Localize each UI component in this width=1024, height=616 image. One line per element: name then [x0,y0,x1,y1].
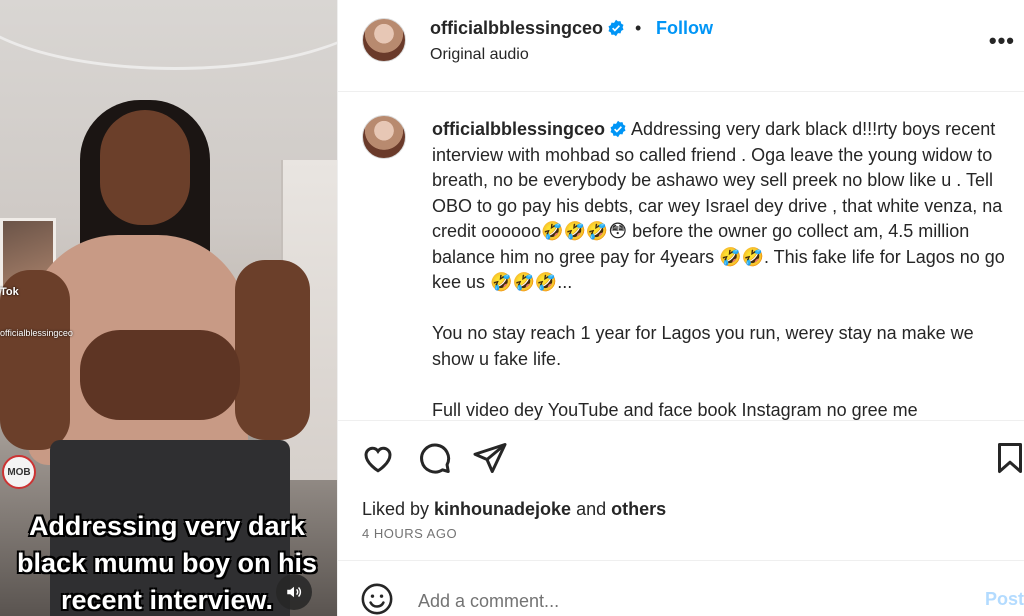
caption-body: Addressing very dark black d!!!rty boys … [432,119,1005,420]
post-header: officialbblessingceo • Follow Original a… [338,0,1024,92]
author-avatar[interactable] [362,18,406,62]
header-separator: • [635,18,642,38]
post-video[interactable]: MOB Tok officialblessingceo Addressing v… [0,0,337,616]
divider [338,420,1024,421]
tiktok-handle: officialblessingceo [0,328,73,338]
bookmark-icon[interactable] [992,440,1024,476]
poster-logo: MOB [2,455,36,489]
caption-area: officialbblessingceo Addressing very dar… [338,93,1024,420]
person-hands [80,330,240,420]
comment-icon[interactable] [416,440,452,476]
action-bar [338,432,1024,482]
audio-link[interactable]: Original audio [430,46,529,64]
post-side-panel: officialbblessingceo • Follow Original a… [337,0,1024,616]
caption-text: officialbblessingceo Addressing very dar… [432,117,1016,420]
verified-badge-icon [608,19,624,37]
likes-summary: Liked by kinhounadejoke and others [362,499,666,520]
likes-and: and [571,499,612,519]
verified-badge-icon [610,120,626,138]
caption-author-avatar[interactable] [362,115,406,159]
author-username-text[interactable]: officialbblessingceo [430,18,603,38]
more-options-icon[interactable]: ••• [989,28,1015,54]
author-username[interactable]: officialbblessingceo [430,18,625,39]
post-comment-button[interactable]: Post [985,589,1024,610]
caption-author-username[interactable]: officialbblessingceo [432,119,605,139]
post-timestamp[interactable]: 4 HOURS AGO [362,526,457,541]
speaker-icon [287,586,302,598]
smiley-icon[interactable] [360,582,394,616]
mute-button[interactable] [276,574,312,610]
comment-input[interactable] [418,588,958,614]
divider [338,560,1024,561]
person-face [100,110,190,225]
liked-by-user[interactable]: kinhounadejoke [434,499,571,519]
ceiling-decor [0,0,337,70]
person-arm-right [235,260,310,440]
likes-prefix: Liked by [362,499,435,519]
liked-by-others[interactable]: others [611,499,666,519]
follow-button[interactable]: Follow [656,18,713,39]
heart-icon[interactable] [360,440,396,476]
send-icon[interactable] [472,440,508,476]
tiktok-watermark: Tok [0,286,19,298]
